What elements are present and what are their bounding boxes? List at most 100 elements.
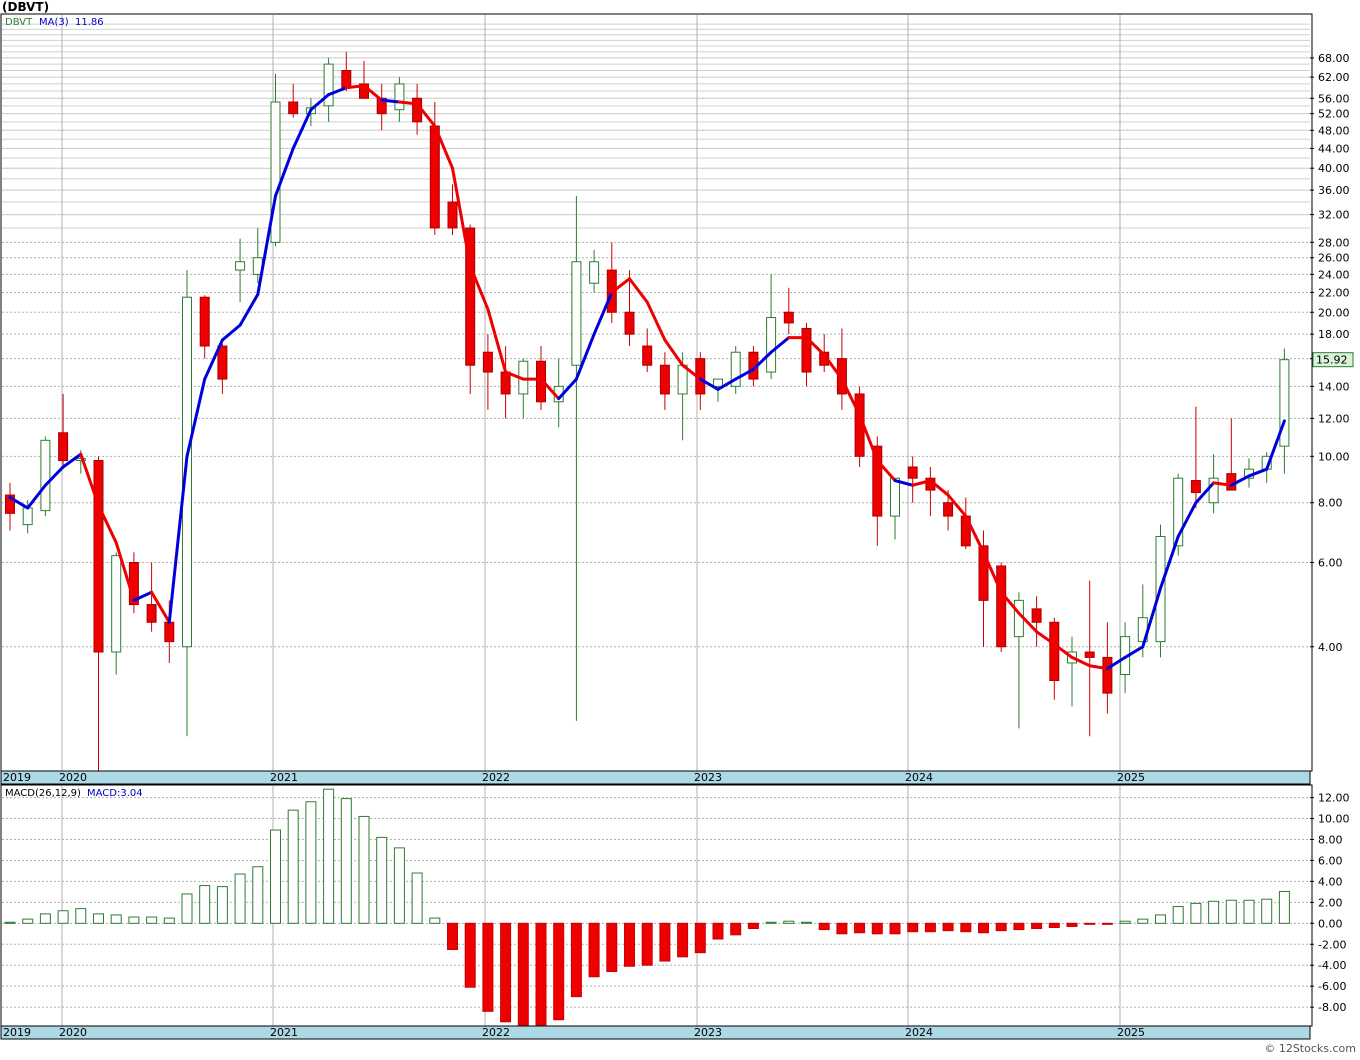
macd-bar: [128, 916, 140, 924]
price-tick-label: 32.00: [1318, 209, 1350, 222]
macd-bar: [783, 920, 795, 924]
candle-body: [659, 364, 670, 395]
candle-body: [783, 311, 794, 324]
watermark: © 12Stocks.com: [1264, 1042, 1356, 1055]
year-label: 2019: [3, 771, 31, 784]
year-label: 2019: [3, 1026, 31, 1039]
price-tick-label: 56.00: [1318, 92, 1350, 105]
macd-bar: [995, 922, 1007, 932]
candle-body: [1031, 608, 1042, 623]
macd-bar: [1066, 922, 1078, 927]
macd-panel: [0, 784, 1313, 1027]
ma-segment: [344, 84, 366, 90]
macd-bar: [464, 922, 476, 988]
chart-title: (DBVT): [2, 0, 49, 14]
price-tick-label: 24.00: [1318, 268, 1350, 281]
price-tick-label: 40.00: [1318, 162, 1350, 175]
year-axis-band-bottom: [0, 1025, 1311, 1040]
macd-bar: [854, 922, 866, 934]
macd-bar: [376, 836, 388, 924]
ma-legend-label: MA(3): [39, 17, 69, 28]
macd-bar: [694, 922, 706, 954]
macd-tick-label: 4.00: [1318, 875, 1343, 888]
symbol-legend: DBVT: [5, 17, 33, 28]
macd-tick-label: 0.00: [1318, 917, 1343, 930]
price-tick-label: 48.00: [1318, 124, 1350, 137]
macd-bar: [199, 885, 211, 924]
macd-bar: [1225, 899, 1237, 924]
ma-segment: [397, 100, 419, 106]
macd-tick-label: -6.00: [1318, 980, 1346, 993]
macd-bar: [393, 847, 405, 924]
year-label: 2023: [694, 771, 722, 784]
price-tick-label: 44.00: [1318, 142, 1350, 155]
macd-bar: [1084, 922, 1096, 925]
macd-bar: [1031, 922, 1043, 930]
price-tick-label: 52.00: [1318, 108, 1350, 121]
candle-body: [235, 261, 246, 271]
year-label: 2020: [59, 771, 87, 784]
macd-bar: [1137, 918, 1149, 924]
price-tick-label: 12.00: [1318, 412, 1350, 425]
macd-bar: [1243, 899, 1255, 924]
macd-bar: [252, 866, 264, 924]
candle-body: [801, 327, 812, 373]
candle-body: [40, 439, 51, 512]
price-tick-label: 14.00: [1318, 380, 1350, 393]
price-tick-label: 18.00: [1318, 328, 1350, 341]
candle-body: [323, 63, 334, 107]
macd-axis: 12.00 10.00 8.00 6.00 4.00 2.00 0.00 -2.00 -4.00…: [1310, 792, 1350, 1014]
year-label: 2024: [905, 1026, 933, 1039]
candle-body: [1084, 651, 1095, 658]
last-price-label: 15.92: [1316, 354, 1348, 367]
candle-body: [93, 460, 104, 653]
macd-bar: [570, 922, 582, 998]
candle-body: [1102, 656, 1113, 694]
macd-bar: [712, 922, 724, 940]
macd-bar: [323, 788, 335, 924]
macd-bar: [216, 886, 228, 924]
macd-bar: [287, 809, 299, 924]
candle-body: [146, 604, 157, 623]
candle-body: [22, 507, 33, 526]
year-label: 2021: [270, 771, 298, 784]
macd-bar: [889, 922, 901, 935]
candle-body: [996, 565, 1007, 648]
macd-bar: [1155, 914, 1166, 924]
macd-bar: [978, 922, 989, 934]
candle-body: [907, 466, 918, 479]
year-axis-band: [0, 770, 1311, 785]
candle-body: [482, 351, 493, 373]
macd-bar: [358, 815, 370, 924]
macd-bar: [146, 916, 158, 924]
ma-segment: [380, 98, 401, 104]
price-tick-label: 8.00: [1318, 497, 1343, 510]
macd-tick-label: 2.00: [1318, 896, 1343, 909]
candle-body: [199, 296, 210, 347]
candle-body: [624, 311, 635, 335]
macd-legend-value: MACD:3.04: [87, 788, 143, 799]
candle-body: [1049, 621, 1060, 682]
macd-bar: [181, 893, 193, 924]
macd-bar: [75, 908, 87, 924]
macd-tick-label: -8.00: [1318, 1001, 1346, 1014]
price-tick-label: 68.00: [1318, 52, 1350, 65]
macd-bar: [535, 922, 547, 1026]
macd-tick-label: -4.00: [1318, 959, 1346, 972]
macd-bar: [907, 922, 919, 933]
macd-bar: [270, 829, 281, 924]
year-label: 2025: [1117, 1026, 1145, 1039]
chart-svg: (DBVT) 4.006.008.0010.0012.0014.0016.001…: [0, 0, 1356, 1055]
macd-bar: [1261, 898, 1273, 924]
macd-bar: [924, 922, 936, 933]
macd-bar: [818, 922, 830, 931]
macd-tick-label: 10.00: [1318, 813, 1350, 826]
candle-body: [341, 70, 352, 88]
macd-bar: [234, 873, 246, 924]
price-tick-label: 10.00: [1318, 450, 1350, 463]
macd-tick-label: 12.00: [1318, 792, 1350, 805]
year-label: 2022: [482, 771, 510, 784]
macd-bar: [624, 922, 635, 967]
macd-bar: [305, 801, 317, 924]
macd-bar: [960, 922, 972, 933]
